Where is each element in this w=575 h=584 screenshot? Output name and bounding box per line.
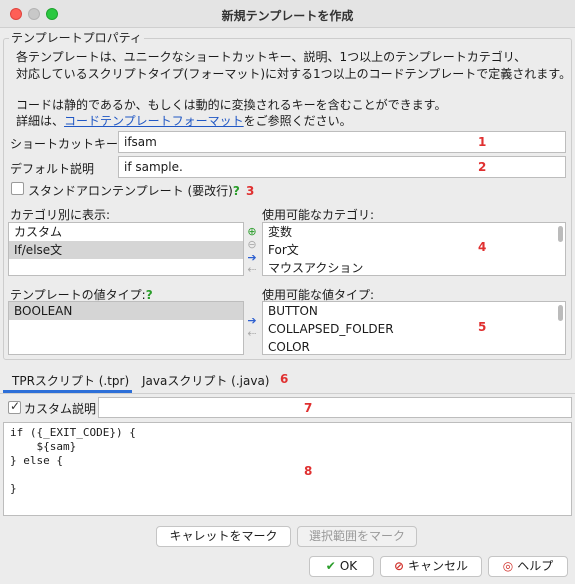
move-left-arrow-icon[interactable]: ⇠ (246, 263, 258, 276)
code-editor[interactable]: if ({_EXIT_CODE}) { ${sam} } else { } (3, 422, 572, 516)
list-item[interactable]: 変数 (263, 223, 565, 241)
shown-categories-list[interactable]: カスタム If/else文 (8, 222, 244, 276)
tab-tpr-script[interactable]: TPRスクリプト (.tpr) (12, 372, 129, 389)
scrollbar-thumb[interactable] (558, 226, 563, 242)
shown-categories-label: カテゴリ別に表示: (10, 208, 111, 222)
list-item[interactable]: For文 (263, 241, 565, 259)
annotation-5: 5 (478, 320, 487, 334)
code-line: if ({_EXIT_CODE}) { (10, 426, 136, 439)
annotation-7: 7 (304, 401, 313, 415)
annotation-4: 4 (478, 240, 487, 254)
mark-caret-button[interactable]: キャレットをマーク (156, 526, 291, 547)
annotation-2: 2 (478, 160, 487, 174)
template-value-types-text: テンプレートの値タイプ: (10, 288, 146, 302)
checkmark-icon: ✔ (325, 559, 336, 573)
standalone-text: スタンドアロンテンプレート (要改行) (28, 184, 233, 198)
description-line-1: 各テンプレートは、ユニークなショートカットキー、説明、1つ以上のテンプレートカテ… (16, 50, 527, 64)
window-title: 新規テンプレートを作成 (221, 9, 354, 23)
annotation-3: 3 (246, 184, 255, 198)
help-label: ヘルプ (517, 559, 554, 573)
add-category-icon[interactable]: ⊕ (246, 225, 258, 238)
move-left-arrow-icon[interactable]: ⇠ (246, 327, 258, 340)
description-suffix: をご参照ください。 (243, 114, 352, 128)
template-value-types-list[interactable]: BOOLEAN (8, 301, 244, 355)
ok-label: OK (339, 559, 358, 573)
default-description-input[interactable]: if sample. (118, 156, 566, 178)
scrollbar-thumb[interactable] (558, 305, 563, 321)
code-line: } else { (10, 454, 63, 467)
cancel-icon: ⊘ (393, 559, 405, 573)
standalone-label: スタンドアロンテンプレート (要改行)? (28, 182, 240, 199)
description-prefix: 詳細は、 (16, 114, 65, 128)
default-description-label: デフォルト説明 (10, 162, 95, 176)
code-line: ${sam} (10, 440, 77, 453)
list-item[interactable]: BUTTON (263, 302, 565, 320)
tab-java-script[interactable]: Javaスクリプト (.java) (142, 372, 269, 389)
list-item[interactable]: COLOR (263, 338, 565, 354)
list-item[interactable]: If/else文 (9, 241, 243, 259)
shortcut-input[interactable]: ifsam (118, 131, 566, 153)
code-line: } (10, 482, 17, 495)
ok-button[interactable]: ✔ OK (309, 556, 374, 577)
annotation-1: 1 (478, 135, 487, 149)
shortcut-label: ショートカットキー (10, 137, 119, 151)
custom-description-checkbox[interactable] (8, 399, 21, 414)
annotation-8: 8 (304, 464, 313, 478)
list-item[interactable]: COLLAPSED_FOLDER (263, 320, 565, 338)
standalone-help-icon[interactable]: ? (233, 184, 240, 198)
cancel-label: キャンセル (408, 559, 469, 573)
move-right-arrow-icon[interactable]: ➔ (246, 314, 258, 327)
group-title: テンプレートプロパティ (9, 29, 144, 46)
description-line-2: 対応しているスクリプトタイプ(フォーマット)に対する1つ以上のコードテンプレート… (16, 67, 572, 81)
help-button[interactable]: ◎ ヘルプ (488, 556, 568, 577)
custom-description-input[interactable] (98, 397, 572, 418)
annotation-6: 6 (280, 372, 289, 386)
standalone-checkbox[interactable] (11, 182, 24, 195)
list-item[interactable]: BOOLEAN (9, 302, 243, 320)
description-line-3: コードは静的であるか、もしくは動的に変換されるキーを含むことができます。 (16, 98, 447, 112)
mark-selection-button[interactable]: 選択範囲をマーク (297, 526, 417, 547)
list-item[interactable]: カスタム (9, 223, 243, 241)
list-item[interactable]: マウスアクション (263, 259, 565, 275)
available-categories-list[interactable]: 変数 For文 マウスアクション (262, 222, 566, 276)
description-line-4: 詳細は、コードテンプレートフォーマットをご参照ください。 (16, 112, 352, 129)
remove-category-icon[interactable]: ⊖ (246, 238, 258, 251)
custom-description-label: カスタム説明 (24, 402, 97, 416)
lifebuoy-icon: ◎ (502, 559, 514, 573)
template-format-link[interactable]: コードテンプレートフォーマット (64, 114, 244, 128)
value-types-help-icon[interactable]: ? (146, 288, 153, 302)
available-categories-label: 使用可能なカテゴリ: (262, 208, 375, 222)
available-value-types-list[interactable]: BUTTON COLLAPSED_FOLDER COLOR (262, 301, 566, 355)
active-tab-indicator (3, 390, 132, 393)
title-bar: 新規テンプレートを作成 (0, 0, 575, 28)
cancel-button[interactable]: ⊘ キャンセル (380, 556, 482, 577)
